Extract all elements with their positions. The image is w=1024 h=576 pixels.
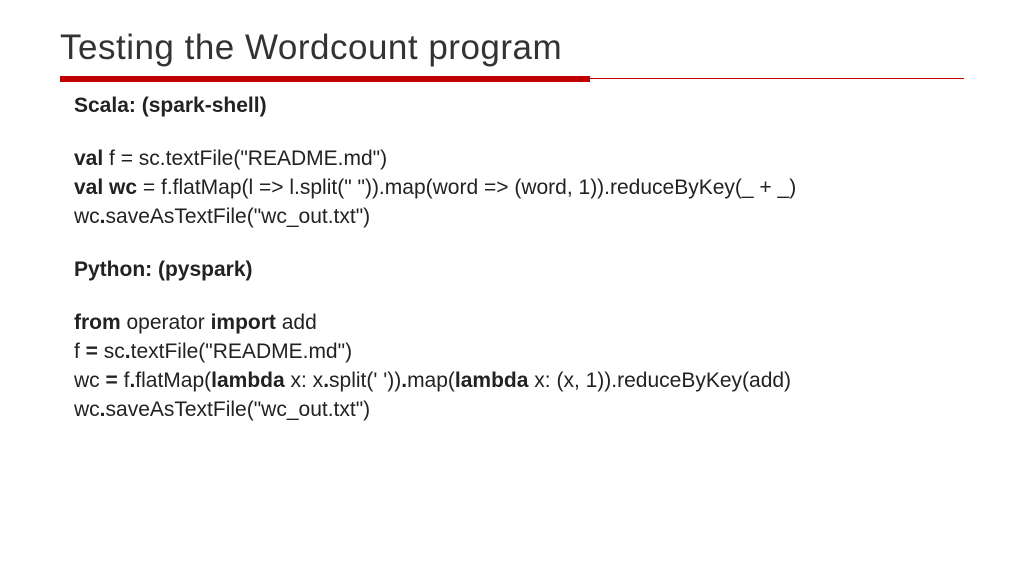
keyword-val: val xyxy=(74,147,103,170)
slide-content: Scala: (spark-shell) val f = sc.textFile… xyxy=(60,92,964,425)
code-text: sc xyxy=(98,340,125,363)
keyword-lambda: lambda xyxy=(211,369,285,392)
python-code: from operator import add f = sc.textFile… xyxy=(74,309,964,425)
code-text: wc xyxy=(74,205,100,228)
code-text: x: (x, 1)).reduceByKey(add) xyxy=(528,369,791,392)
code-text: add xyxy=(276,311,317,334)
keyword-lambda: lambda xyxy=(455,369,529,392)
code-text: wc xyxy=(74,369,106,392)
code-text: flatMap( xyxy=(135,369,211,392)
keyword-import: import xyxy=(211,311,276,334)
keyword-from: from xyxy=(74,311,121,334)
slide-title: Testing the Wordcount program xyxy=(60,28,964,68)
code-text: split(' ')) xyxy=(329,369,401,392)
scala-code: val f = sc.textFile("README.md") val wc … xyxy=(74,145,964,232)
code-text: f = sc.textFile("README.md") xyxy=(103,147,387,170)
code-text: f xyxy=(118,369,130,392)
python-heading: Python: (pyspark) xyxy=(74,256,964,285)
code-text: = f.flatMap(l => l.split(" ")).map(word … xyxy=(137,176,796,199)
code-text: wc xyxy=(74,398,100,421)
keyword-val: val wc xyxy=(74,176,137,199)
code-line: val f = sc.textFile("README.md") xyxy=(74,145,964,174)
slide: Testing the Wordcount program Scala: (sp… xyxy=(0,0,1024,576)
code-text: operator xyxy=(121,311,211,334)
code-text: x: x xyxy=(285,369,324,392)
code-line: val wc = f.flatMap(l => l.split(" ")).ma… xyxy=(74,174,964,203)
scala-heading: Scala: (spark-shell) xyxy=(74,92,964,121)
code-text: saveAsTextFile("wc_out.txt") xyxy=(106,398,371,421)
code-text: saveAsTextFile("wc_out.txt") xyxy=(106,205,371,228)
code-text: textFile("README.md") xyxy=(131,340,352,363)
equals: = xyxy=(106,369,118,392)
code-text: map( xyxy=(407,369,455,392)
code-text: f xyxy=(74,340,86,363)
code-line: wc = f.flatMap(lambda x: x.split(' ')).m… xyxy=(74,367,964,396)
code-line: wc.saveAsTextFile("wc_out.txt") xyxy=(74,203,964,232)
code-line: f = sc.textFile("README.md") xyxy=(74,338,964,367)
code-line: from operator import add xyxy=(74,309,964,338)
equals: = xyxy=(86,340,98,363)
code-line: wc.saveAsTextFile("wc_out.txt") xyxy=(74,396,964,425)
